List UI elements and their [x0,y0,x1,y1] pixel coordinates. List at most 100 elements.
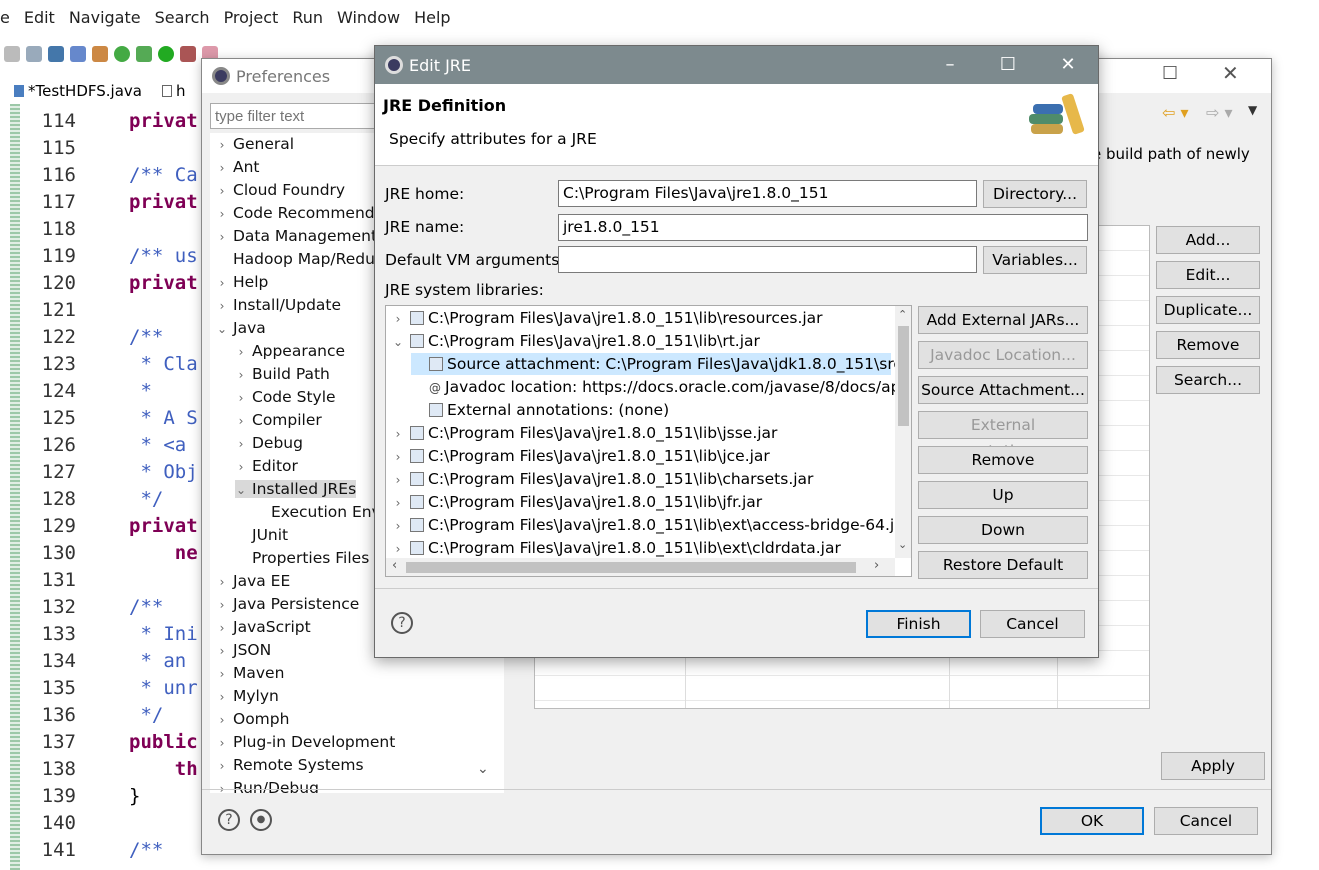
finish-button[interactable]: Finish [866,610,971,638]
filter-input[interactable] [210,103,380,129]
tree-item[interactable]: › Appearance [235,342,345,360]
tree-item[interactable]: Properties Files E [235,549,384,567]
code-editor[interactable]: 114 privat 115 116 /** Ca 117 privat 118 119 /** … [0,104,210,870]
chevron-right-icon[interactable]: › [235,437,247,451]
tree-item[interactable]: › Debug [235,434,303,452]
down-button[interactable]: Down [918,516,1088,544]
menu-item[interactable]: Navigate [69,8,141,27]
chevron-right-icon[interactable]: › [216,598,228,612]
chevron-right-icon[interactable]: › [392,515,404,537]
tree-item[interactable]: › Build Path [235,365,330,383]
remove-button[interactable]: Remove [1156,331,1260,359]
help-icon[interactable]: ? [218,809,240,831]
menu-item[interactable]: Run [292,8,323,27]
libraries-vscrollbar[interactable]: ⌃ ⌄ [895,306,911,558]
back-icon[interactable]: ⇦ ▾ [1162,103,1189,122]
close-icon[interactable]: ✕ [1045,46,1091,84]
refresh-icon[interactable] [114,46,130,62]
tree-item[interactable]: Hadoop Map/Redu [216,250,375,268]
chevron-right-icon[interactable]: › [216,690,228,704]
tree-item[interactable]: › Maven [216,664,285,682]
maximize-icon[interactable]: ☐ [1162,63,1178,84]
save-icon[interactable] [4,46,20,62]
add-button[interactable]: Add... [1156,226,1260,254]
chevron-right-icon[interactable]: › [216,276,228,290]
scroll-up-icon[interactable]: ⌃ [898,308,907,321]
menu-item[interactable]: e [0,8,10,27]
library-item[interactable]: › C:\Program Files\Java\jre1.8.0_151\lib\… [392,468,814,491]
menu-item[interactable]: Edit [24,8,55,27]
chevron-right-icon[interactable]: › [392,308,404,330]
chevron-down-icon[interactable]: ⌄ [392,331,404,353]
close-icon[interactable]: ✕ [1222,61,1239,85]
debug-icon[interactable] [136,46,152,62]
tree-item[interactable]: › Mylyn [216,687,279,705]
tree-item[interactable]: › JSON [216,641,272,659]
tab-testhdfs[interactable]: *TestHDFS.java [0,82,148,100]
edit-button[interactable]: Edit... [1156,261,1260,289]
chevron-right-icon[interactable]: › [216,299,228,313]
restore-default-button[interactable]: Restore Default [918,551,1088,579]
chevron-right-icon[interactable]: › [392,469,404,491]
tree-item[interactable]: › General [216,135,295,153]
chevron-right-icon[interactable]: › [216,161,228,175]
source-attachment-button[interactable]: Source Attachment... [918,376,1088,404]
tree-item[interactable]: Execution Envi [254,503,385,521]
tree-item[interactable]: › Cloud Foundry [216,181,346,199]
scroll-left-icon[interactable]: ‹ [392,558,397,573]
tree-item[interactable]: › Java EE [216,572,291,590]
view-menu-icon[interactable]: ▼ [1248,103,1257,117]
library-item[interactable]: › C:\Program Files\Java\jre1.8.0_151\lib\… [392,514,910,536]
chevron-right-icon[interactable]: › [235,391,247,405]
tree-item[interactable]: JUnit [235,526,288,544]
tree-item[interactable]: › Data Management [216,227,377,245]
library-item[interactable]: External annotations: (none) [411,399,669,421]
chevron-right-icon[interactable]: › [216,575,228,589]
chevron-down-icon[interactable]: ⌄ [216,322,228,336]
tree-item[interactable]: › Install/Update [216,296,341,314]
run-icon[interactable] [158,46,174,62]
chevron-right-icon[interactable]: › [216,644,228,658]
apply-button[interactable]: Apply [1161,752,1265,780]
library-item[interactable]: ⌄ C:\Program Files\Java\jre1.8.0_151\lib\… [392,330,760,352]
jre-name-field[interactable]: jre1.8.0_151 [558,214,1088,241]
maximize-icon[interactable]: ☐ [985,46,1031,84]
tree-item[interactable]: › Editor [235,457,298,475]
chevron-right-icon[interactable]: › [235,345,247,359]
tree-item[interactable]: › Java Persistence [216,595,360,613]
chevron-down-icon[interactable]: ⌄ [235,483,247,497]
tree-item[interactable]: › Compiler [235,411,322,429]
tree-item[interactable]: › Help [216,273,269,291]
console-icon[interactable] [48,46,64,62]
menu-item[interactable]: Project [224,8,279,27]
library-item[interactable]: › C:\Program Files\Java\jre1.8.0_151\lib\… [392,422,778,444]
library-item[interactable]: › C:\Program Files\Java\jre1.8.0_151\lib\… [392,491,763,513]
library-item[interactable]: › C:\Program Files\Java\jre1.8.0_151\lib\… [392,537,841,559]
tree-item[interactable]: › Plug-in Development [216,733,396,751]
tree-item[interactable]: › Oomph [216,710,290,728]
tree-item[interactable]: › Run/Debug [216,779,319,793]
help-icon[interactable]: ? [391,612,413,634]
chevron-right-icon[interactable]: › [392,538,404,560]
tree-item[interactable]: ⌄ Java [216,319,266,337]
vm-args-field[interactable] [558,246,977,273]
library-item[interactable]: @ Javadoc location: https://docs.oracle.c… [411,376,910,398]
chevron-right-icon[interactable]: › [216,138,228,152]
tab-second[interactable]: h [148,82,192,100]
tree-item[interactable]: › Code Recommende [216,204,385,222]
save-all-icon[interactable] [26,46,42,62]
tree-scroll-down-icon[interactable]: ⌄ [477,761,489,777]
menu-item[interactable]: Window [337,8,400,27]
chevron-right-icon[interactable]: › [392,446,404,468]
cancel-button[interactable]: Cancel [1154,807,1258,835]
hscroll-thumb[interactable] [406,562,856,573]
javadoc-location-button[interactable]: Javadoc Location... [918,341,1088,369]
external-annotations-button[interactable]: External annotations... [918,411,1088,460]
tree-item[interactable]: › JavaScript [216,618,311,636]
scroll-right-icon[interactable]: › [874,558,879,573]
variables-button[interactable]: Variables... [983,246,1087,274]
ok-button[interactable]: OK [1040,807,1144,835]
chevron-right-icon[interactable]: › [235,414,247,428]
menu-item[interactable]: Help [414,8,450,27]
chevron-right-icon[interactable]: › [216,713,228,727]
